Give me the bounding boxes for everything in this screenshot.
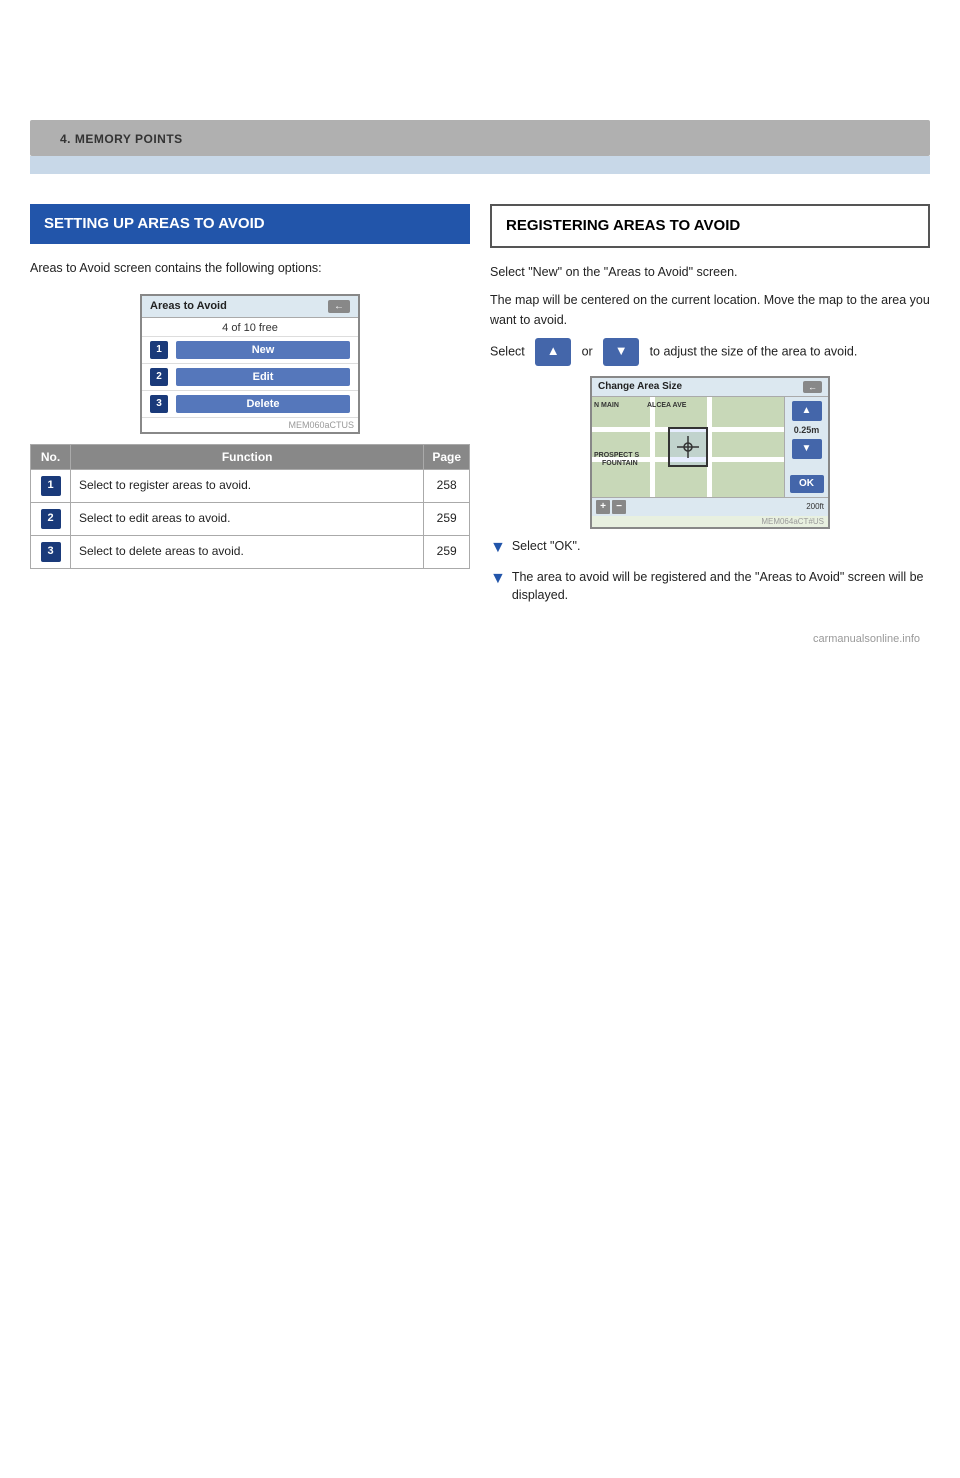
map-scale-label: 200ft	[806, 502, 824, 511]
map-title-bar: Change Area Size ←	[592, 378, 828, 397]
change-area-size-screen: Change Area Size ←	[590, 376, 830, 529]
bullet-1-text: Select "OK".	[512, 537, 581, 556]
up-button[interactable]: ▲	[535, 338, 571, 366]
screen-back-button[interactable]: ←	[328, 300, 350, 313]
right-section-header: REGISTERING AREAS TO AVOID	[490, 204, 930, 248]
menu-edit-label: Edit	[176, 368, 350, 386]
map-title: Change Area Size	[598, 381, 682, 392]
right-body5: to adjust the size of the area to avoid.	[650, 344, 858, 358]
map-canvas: N MAIN PROSPECT S ALCEA AVE FOUNTAIN	[592, 397, 784, 497]
row2-function: Select to edit areas to avoid.	[71, 502, 424, 535]
left-section-header: SETTING UP AREAS TO AVOID	[30, 204, 470, 244]
bullet-1: ▼ Select "OK".	[490, 537, 930, 560]
col-function: Function	[71, 444, 424, 469]
map-label-street1: N MAIN	[594, 402, 619, 409]
right-button-row-text: Select ▲ or ▼ to adjust the size of the …	[490, 338, 930, 366]
badge-3: 3	[41, 542, 61, 562]
down-button[interactable]: ▼	[603, 338, 639, 366]
table-row: 2 Select to edit areas to avoid. 259	[31, 502, 470, 535]
row3-page: 259	[424, 535, 470, 568]
menu-new-label: New	[176, 341, 350, 359]
map-footer-bar: + − 200ft	[592, 497, 828, 516]
map-body: N MAIN PROSPECT S ALCEA AVE FOUNTAIN ▲ 0…	[592, 397, 828, 497]
screen-title: Areas to Avoid	[150, 300, 227, 312]
table-row: 3 Select to delete areas to avoid. 259	[31, 535, 470, 568]
right-column: REGISTERING AREAS TO AVOID Select "New" …	[490, 204, 930, 613]
screen-menu-new[interactable]: 1 New	[142, 337, 358, 364]
watermark: carmanualsonline.info	[0, 613, 960, 665]
map-footer-credit: MEM064aCT#US	[592, 516, 828, 527]
row2-page: 259	[424, 502, 470, 535]
map-label-fountain: FOUNTAIN	[602, 460, 638, 467]
row3-num: 3	[31, 535, 71, 568]
right-body1: Select "New" on the "Areas to Avoid" scr…	[490, 262, 930, 282]
map-ok-button[interactable]: OK	[790, 475, 824, 493]
crosshair-icon	[677, 436, 699, 458]
menu-num-2: 2	[150, 368, 168, 386]
screen-footer: MEM060aCTUS	[142, 418, 358, 432]
page-header-bar: 4. MEMORY POINTS	[30, 120, 930, 156]
menu-delete-label: Delete	[176, 395, 350, 413]
zoom-in-button[interactable]: +	[596, 500, 610, 514]
bullet-icon-2: ▼	[490, 567, 506, 591]
blue-bar	[30, 156, 930, 174]
map-label-street3: ALCEA AVE	[647, 402, 686, 409]
right-body4: or	[582, 344, 593, 358]
col-page: Page	[424, 444, 470, 469]
zoom-out-button[interactable]: −	[612, 500, 626, 514]
area-increase-button[interactable]: ▲	[792, 401, 822, 421]
map-size-label: 0.25m	[794, 425, 820, 435]
row2-num: 2	[31, 502, 71, 535]
map-back-button[interactable]: ←	[803, 381, 822, 393]
areas-to-avoid-screen: Areas to Avoid ← 4 of 10 free 1 New 2 Ed…	[140, 294, 360, 434]
badge-2: 2	[41, 509, 61, 529]
bullet-2: ▼ The area to avoid will be registered a…	[490, 568, 930, 606]
badge-1: 1	[41, 476, 61, 496]
map-label-street2: PROSPECT S	[594, 452, 639, 459]
row1-num: 1	[31, 469, 71, 502]
row1-page: 258	[424, 469, 470, 502]
right-body3: Select	[490, 344, 525, 358]
bullet-icon-1: ▼	[490, 536, 506, 560]
screen-menu-delete[interactable]: 3 Delete	[142, 391, 358, 418]
menu-num-1: 1	[150, 341, 168, 359]
bullet-2-text: The area to avoid will be registered and…	[512, 568, 930, 606]
function-table: No. Function Page 1 Select to register a…	[30, 444, 470, 569]
table-row: 1 Select to register areas to avoid. 258	[31, 469, 470, 502]
area-decrease-button[interactable]: ▼	[792, 439, 822, 459]
row3-function: Select to delete areas to avoid.	[71, 535, 424, 568]
screen-menu-edit[interactable]: 2 Edit	[142, 364, 358, 391]
map-sidebar: ▲ 0.25m ▼ OK	[784, 397, 828, 497]
left-column: SETTING UP AREAS TO AVOID Areas to Avoid…	[30, 204, 470, 613]
map-zoom-controls: + −	[596, 500, 626, 514]
screen-title-bar: Areas to Avoid ←	[142, 296, 358, 318]
col-no: No.	[31, 444, 71, 469]
page-header-text: 4. MEMORY POINTS	[60, 132, 183, 146]
row1-function: Select to register areas to avoid.	[71, 469, 424, 502]
menu-num-3: 3	[150, 395, 168, 413]
screen-subtitle: 4 of 10 free	[142, 318, 358, 337]
right-body2: The map will be centered on the current …	[490, 290, 930, 330]
left-body1: Areas to Avoid screen contains the follo…	[30, 258, 470, 278]
